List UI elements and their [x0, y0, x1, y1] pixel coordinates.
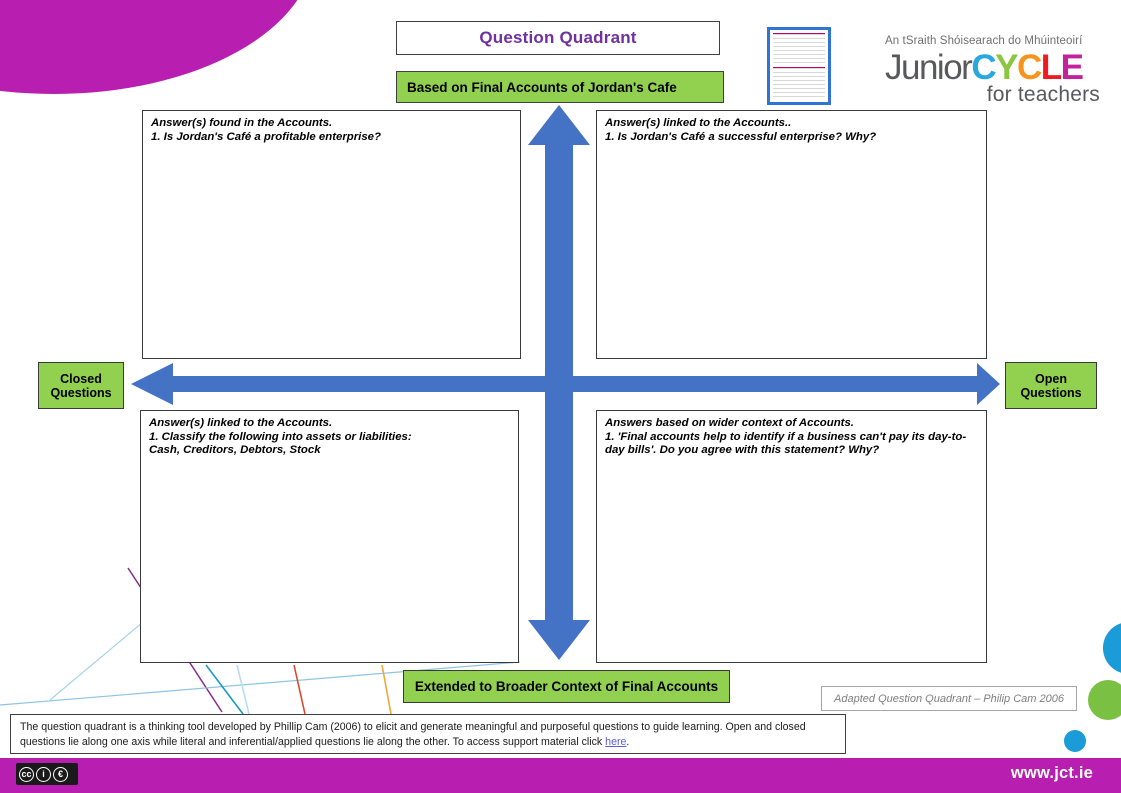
decorative-circle-blue-large [1103, 622, 1121, 674]
quadrant-top-left-heading: Answer(s) found in the Accounts. [151, 117, 333, 129]
logo-letter-c1: C [971, 48, 996, 87]
quadrant-top-left[interactable]: Answer(s) found in the Accounts. 1. Is J… [142, 110, 521, 359]
logo-tagline: An tSraith Shóisearach do Mhúinteoirí [885, 35, 1083, 47]
logo-letter-e: E [1060, 48, 1084, 87]
page-title-text: Question Quadrant [479, 28, 637, 47]
attribution-text: Adapted Question Quadrant – Philip Cam 2… [834, 692, 1064, 705]
cc-mark-icon: cc [19, 766, 34, 782]
axis-label-extended-text: Extended to Broader Context of Final Acc… [414, 678, 719, 694]
axis-label-closed-questions: Closed Questions [38, 362, 124, 409]
subtitle-banner: Based on Final Accounts of Jordan's Cafe [396, 71, 724, 103]
accounts-document-thumbnail [767, 27, 831, 105]
thumbnail-sheet-bottom [773, 66, 825, 99]
logo-wordmark: JuniorCYCLE [885, 49, 1100, 87]
quadrant-bottom-left-body: 1. Classify the following into assets or… [149, 430, 412, 457]
quadrant-bottom-right[interactable]: Answers based on wider context of Accoun… [596, 410, 987, 663]
attribution-box: Adapted Question Quadrant – Philip Cam 2… [821, 686, 1077, 711]
horizontal-axis-arrow [131, 363, 1000, 405]
footnote-text-part1: The question quadrant is a thinking tool… [20, 721, 806, 748]
axis-label-extended-context: Extended to Broader Context of Final Acc… [403, 670, 730, 703]
axis-label-open-questions: Open Questions [1005, 362, 1097, 409]
junior-cycle-logo: An tSraith Shóisearach do Mhúinteoirí Ju… [885, 35, 1100, 107]
support-material-link[interactable]: here [605, 736, 626, 748]
footnote-paragraph: The question quadrant is a thinking tool… [20, 720, 836, 750]
quadrant-bottom-left-heading: Answer(s) linked to the Accounts. [149, 417, 333, 429]
quadrant-top-right[interactable]: Answer(s) linked to the Accounts.. 1. Is… [596, 110, 987, 359]
logo-letter-y: Y [995, 48, 1018, 87]
slide-canvas: Question Quadrant Based on Final Account… [0, 0, 1121, 793]
website-url[interactable]: www.jct.ie [1011, 764, 1093, 783]
quadrant-top-right-heading: Answer(s) linked to the Accounts.. [605, 117, 792, 129]
quadrant-bottom-right-body: 1. 'Final accounts help to identify if a… [605, 430, 967, 457]
footnote-text-part2: . [626, 736, 630, 748]
logo-letter-c2: C [1016, 48, 1042, 87]
footer-bar [0, 758, 1121, 793]
quadrant-bottom-right-heading: Answers based on wider context of Accoun… [605, 417, 854, 429]
axis-label-open-text: Open Questions [1020, 371, 1082, 400]
subtitle-text: Based on Final Accounts of Jordan's Cafe [407, 79, 677, 95]
vertical-axis-arrow [528, 105, 590, 660]
creative-commons-badge-icon: cc i € [16, 763, 78, 785]
quadrant-top-right-body: 1. Is Jordan's Café a successful enterpr… [605, 130, 877, 143]
decorative-circle-blue-small [1064, 730, 1086, 752]
cc-by-icon: i [36, 766, 51, 782]
cc-nc-icon: € [53, 766, 68, 782]
page-title: Question Quadrant [396, 21, 720, 55]
thumbnail-sheet-top [773, 33, 825, 65]
logo-word-junior: Junior [885, 48, 973, 87]
quadrant-bottom-left[interactable]: Answer(s) linked to the Accounts. 1. Cla… [140, 410, 519, 663]
decorative-magenta-blob [0, 0, 314, 94]
quadrant-top-left-body: 1. Is Jordan's Café a profitable enterpr… [151, 130, 381, 143]
logo-letter-l: L [1040, 48, 1062, 87]
footnote-box: The question quadrant is a thinking tool… [10, 714, 846, 754]
decorative-circle-green [1088, 680, 1121, 720]
axis-label-closed-text: Closed Questions [50, 371, 112, 400]
